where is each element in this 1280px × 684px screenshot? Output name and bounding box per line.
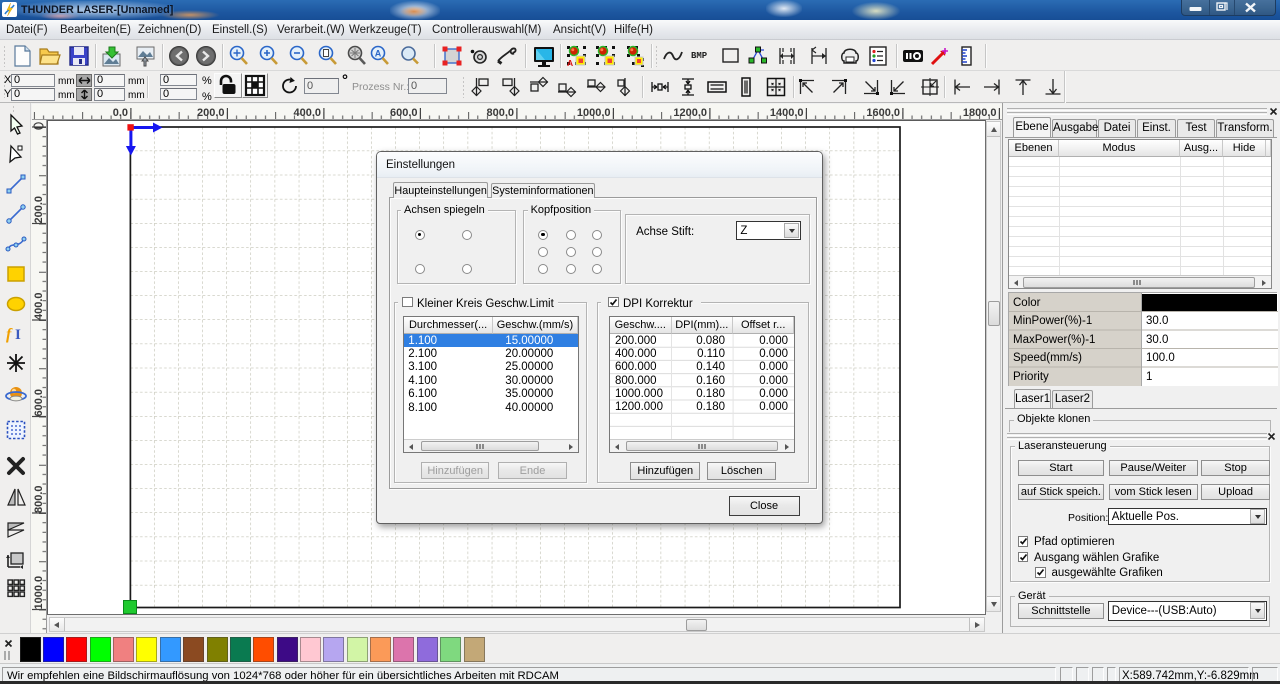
svg-text:200.0: 200.0 [33, 196, 45, 224]
svg-text:1800.0: 1800.0 [963, 107, 997, 119]
svg-text:600.0: 600.0 [33, 389, 45, 417]
svg-text:I: I [15, 327, 21, 343]
svg-text:A: A [567, 58, 573, 67]
svg-text:0.0: 0.0 [113, 107, 128, 119]
svg-text:200.0: 200.0 [197, 107, 225, 119]
svg-text:400.0: 400.0 [293, 107, 321, 119]
svg-text:1600.0: 1600.0 [866, 107, 900, 119]
svg-text:400.0: 400.0 [33, 292, 45, 320]
svg-text:1200.0: 1200.0 [673, 107, 707, 119]
svg-text:1400.0: 1400.0 [770, 107, 804, 119]
svg-text:1000.0: 1000.0 [577, 107, 611, 119]
svg-text:800.0: 800.0 [33, 485, 45, 513]
svg-text:A: A [375, 49, 382, 59]
svg-text:f: f [6, 326, 13, 343]
svg-text:800.0: 800.0 [486, 107, 514, 119]
svg-text:1000.0: 1000.0 [33, 576, 45, 610]
svg-text:600.0: 600.0 [390, 107, 418, 119]
